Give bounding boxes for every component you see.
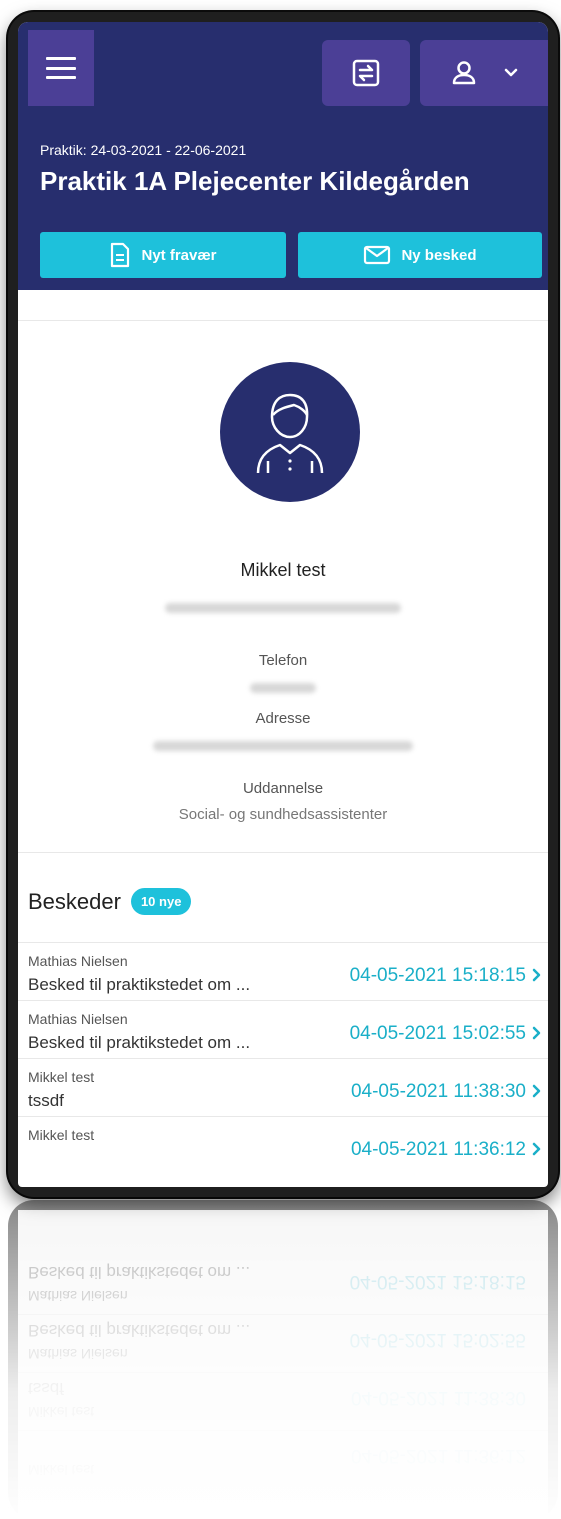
education-value: Social- og sundhedsassistenter [178, 806, 388, 823]
phone-value-redacted [18, 680, 548, 694]
user-menu-button[interactable] [420, 40, 548, 106]
envelope-icon [364, 245, 391, 265]
chevron-down-icon [504, 68, 518, 77]
education-label: Uddannelse [242, 780, 324, 797]
phone-frame: Praktik: 24-03-2021 - 22-06-2021 Praktik… [8, 12, 558, 1197]
app-screen: Praktik: 24-03-2021 - 22-06-2021 Praktik… [18, 22, 548, 1187]
avatar-person-icon [256, 393, 324, 474]
message-date: 04-05-2021 11:36:12 [350, 1139, 526, 1160]
message-date: 04-05-2021 11:38:30 [350, 1081, 526, 1102]
message-row[interactable]: Mathias Nielsen Besked til praktikstedet… [18, 942, 548, 1000]
new-message-label: Ny besked [401, 246, 477, 264]
document-icon [111, 242, 130, 268]
message-row[interactable]: Mikkel test 04-05-2021 11:36:12 [18, 1116, 548, 1174]
message-sender: Mathias Nielsen [28, 953, 128, 969]
user-icon [452, 61, 476, 85]
message-subject: Besked til praktikstedet om ... [28, 975, 251, 994]
switch-context-button[interactable] [322, 40, 410, 106]
chevron-right-icon [530, 1023, 544, 1043]
menu-icon [46, 57, 76, 79]
chevron-right-icon [530, 1081, 544, 1101]
messages-header: Beskeder 10 nye [28, 888, 192, 915]
phone-label: Telefon [258, 652, 308, 669]
swap-icon [352, 59, 380, 87]
message-subject: Besked til praktikstedet om ... [28, 1033, 251, 1052]
messages-title: Beskeder [28, 888, 121, 914]
message-row[interactable]: Mikkel test tssdf 04-05-2021 11:38:30 [18, 1058, 548, 1116]
new-absence-button[interactable]: Nyt fravær [40, 232, 286, 278]
message-date: 04-05-2021 15:02:55 [349, 1023, 526, 1044]
message-subject: tssdf [28, 1091, 64, 1110]
profile-name: Mikkel test [240, 560, 326, 580]
message-row[interactable]: Mathias Nielsen Besked til praktikstedet… [18, 1000, 548, 1058]
avatar [220, 362, 360, 502]
internship-period: Praktik: 24-03-2021 - 22-06-2021 [40, 142, 247, 158]
message-sender: Mathias Nielsen [28, 1011, 128, 1027]
new-message-button[interactable]: Ny besked [298, 232, 542, 278]
new-messages-badge: 10 nye [130, 888, 192, 915]
app-header: Praktik: 24-03-2021 - 22-06-2021 Praktik… [18, 22, 548, 290]
divider [18, 852, 548, 853]
message-date: 04-05-2021 15:18:15 [349, 965, 526, 986]
chevron-right-icon [530, 965, 544, 985]
new-absence-label: Nyt fravær [141, 246, 217, 264]
divider [18, 320, 548, 321]
address-value-redacted [18, 738, 548, 752]
address-label: Adresse [255, 710, 311, 727]
page-title: Praktik 1A Plejecenter Kildegården [40, 166, 470, 196]
menu-button[interactable] [28, 30, 94, 106]
message-sender: Mikkel test [28, 1069, 95, 1085]
message-sender: Mikkel test [28, 1127, 95, 1143]
reflection-fade [8, 1200, 558, 1519]
profile-email-redacted [18, 600, 548, 614]
chevron-right-icon [530, 1139, 544, 1159]
device-reflection: Mikkel test 04-05-2021 11:36:12 Mikkel t… [8, 1200, 558, 1519]
